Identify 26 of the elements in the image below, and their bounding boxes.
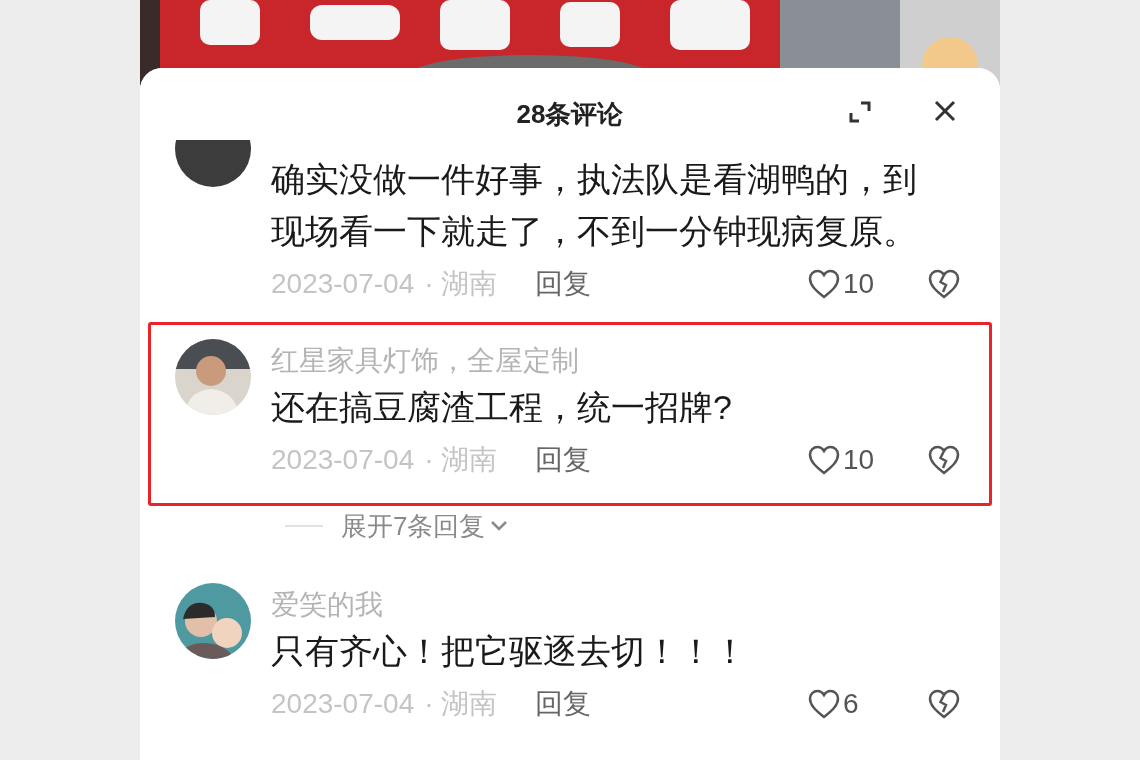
like-icon[interactable] — [807, 688, 841, 720]
like-count: 10 — [843, 267, 876, 301]
comment-location: · 湖南 — [424, 443, 498, 477]
comment-location: · 湖南 — [424, 267, 498, 301]
like-icon[interactable] — [807, 268, 841, 300]
expand-replies-button[interactable]: 展开7条回复 — [341, 506, 510, 546]
expand-icon[interactable] — [847, 99, 873, 125]
like-icon[interactable] — [807, 444, 841, 476]
comment-location: · 湖南 — [424, 687, 498, 721]
comment-text: 只有齐心！把它驱逐去切！！！ — [271, 631, 748, 672]
reply-link[interactable]: 回复 — [535, 439, 592, 481]
comment-text: 确实没做一件好事，执法队是看湖鸭的，到现场看一下就走了，不到一分钟现病复原。 — [271, 159, 918, 252]
reply-link[interactable]: 回复 — [535, 263, 592, 305]
comment-date: 2023-07-04 — [271, 443, 415, 477]
reply-link[interactable]: 回复 — [535, 683, 592, 725]
dislike-icon[interactable] — [927, 268, 961, 300]
dislike-icon[interactable] — [927, 444, 961, 476]
dislike-icon[interactable] — [927, 688, 961, 720]
chevron-down-icon — [489, 519, 510, 533]
like-count: 6 — [843, 687, 860, 721]
close-icon[interactable] — [933, 99, 957, 123]
comment-date: 2023-07-04 — [271, 687, 415, 721]
comment-date: 2023-07-04 — [271, 267, 415, 301]
comment-text: 还在搞豆腐渣工程，统一招牌? — [271, 387, 733, 428]
like-count: 10 — [843, 443, 876, 477]
panel-title: 28条评论 — [516, 98, 624, 131]
